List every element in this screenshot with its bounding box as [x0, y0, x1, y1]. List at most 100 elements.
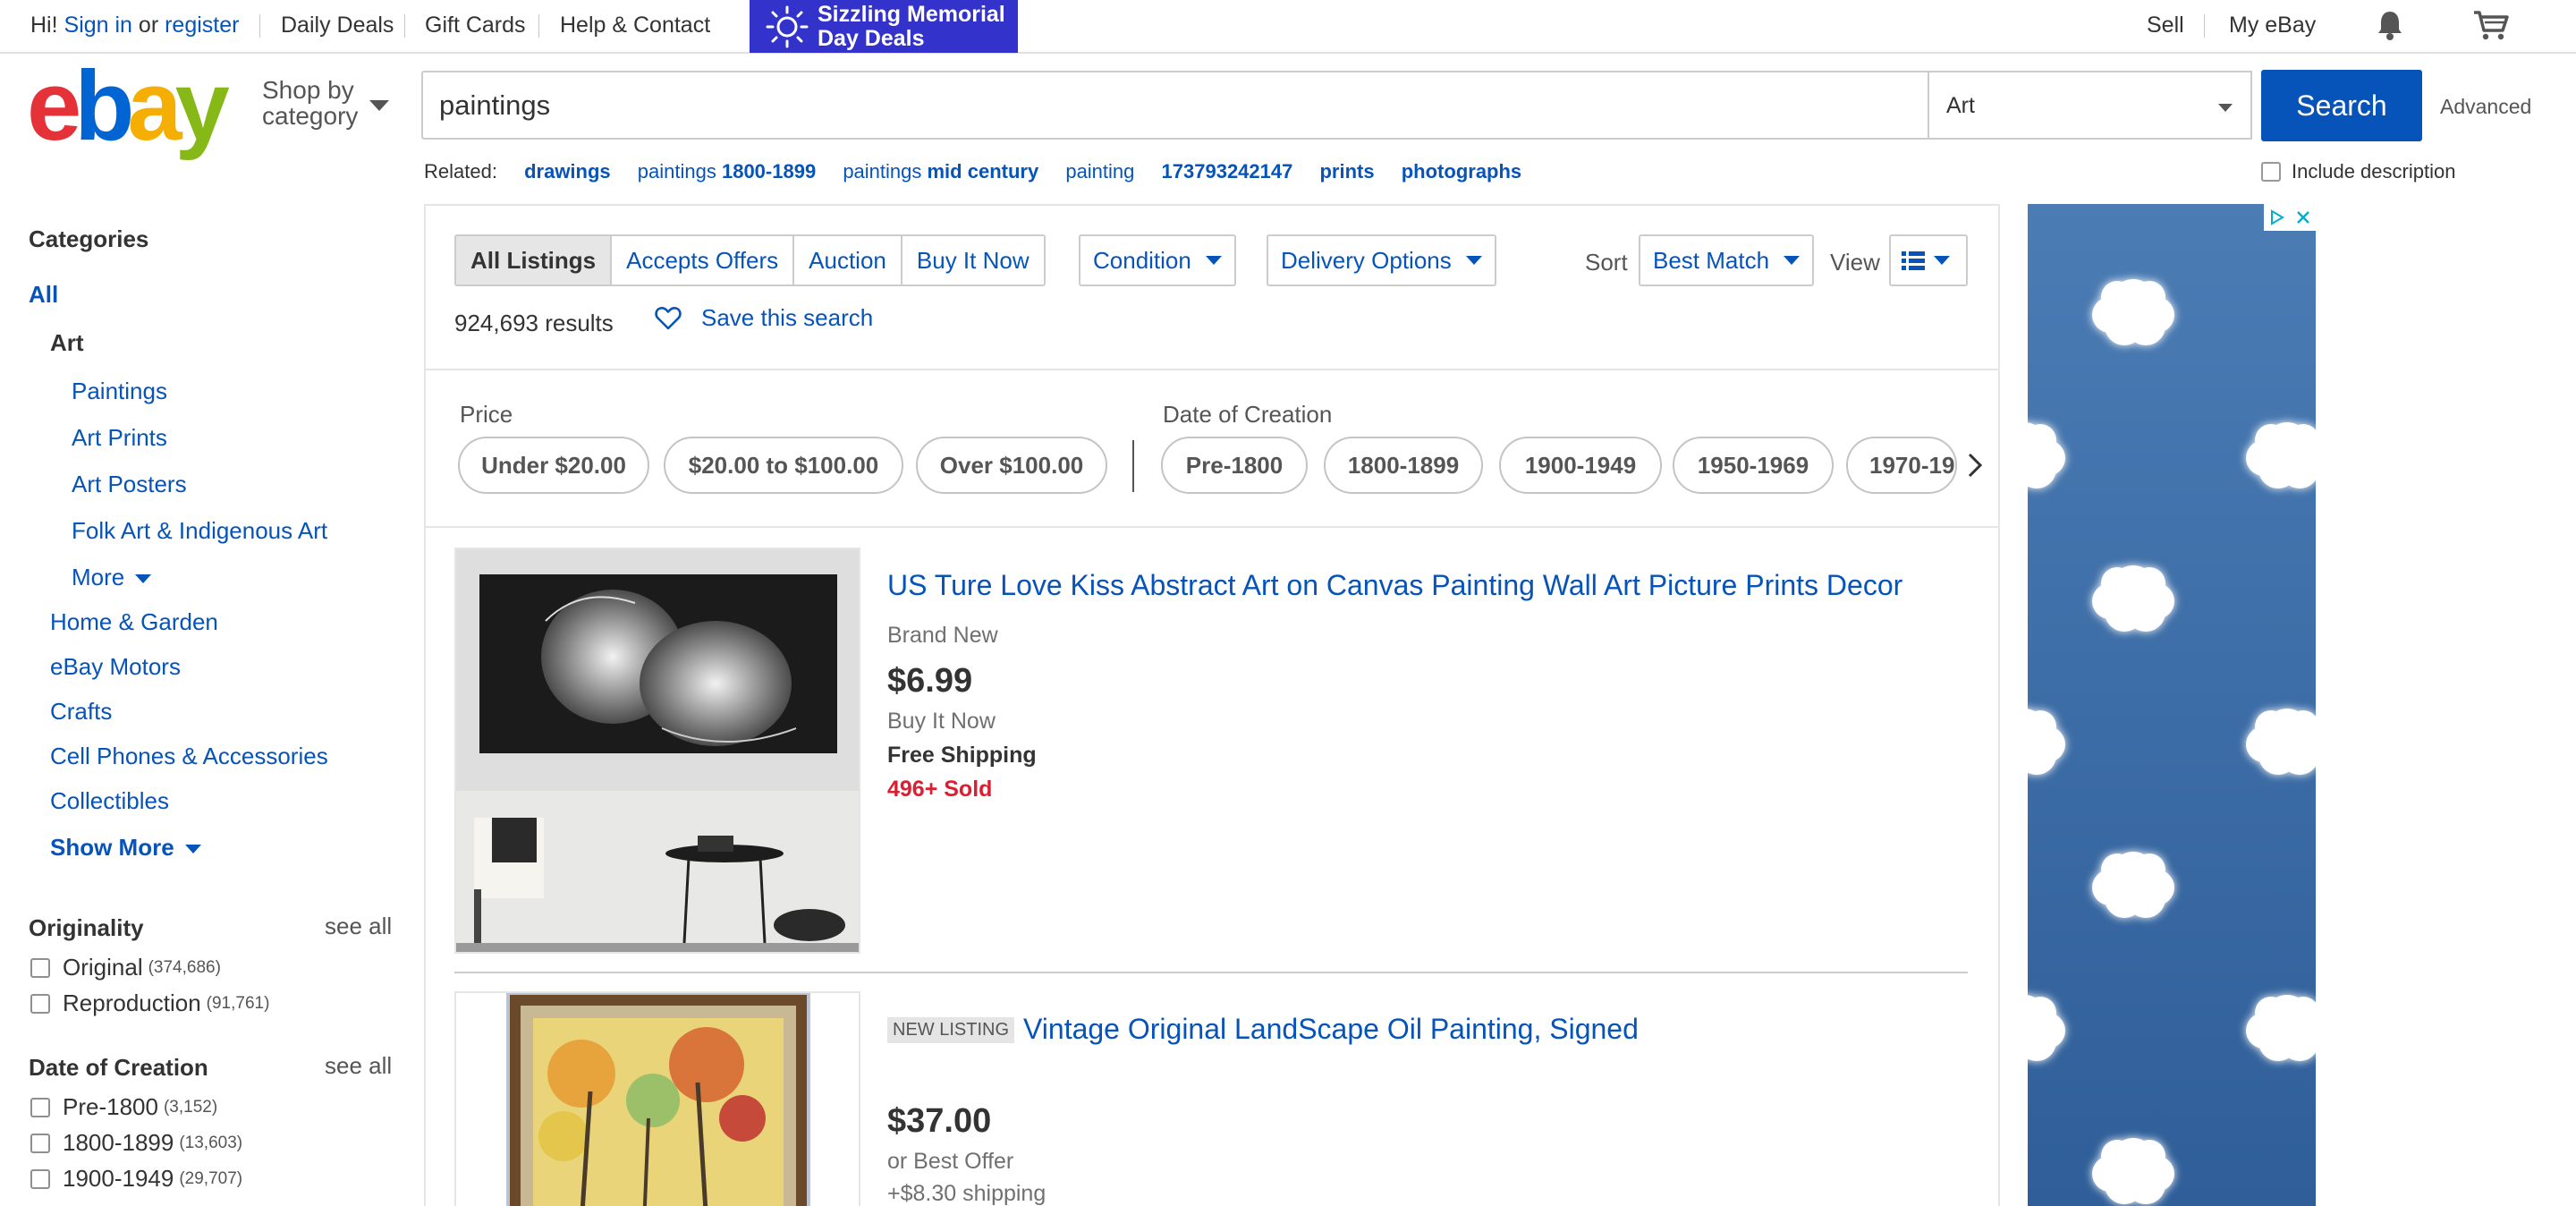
tab-all-listings[interactable]: All Listings — [456, 236, 613, 285]
listing-type-tabs: All Listings Accepts Offers Auction Buy … — [454, 234, 1046, 286]
condition-dropdown[interactable]: Condition — [1079, 234, 1236, 286]
sign-in-link[interactable]: Sign in — [64, 13, 132, 38]
date-pill-1900-1949[interactable]: 1900-1949 — [1499, 437, 1662, 494]
date-pill-1970-1989[interactable]: 1970-1989 — [1846, 437, 1957, 494]
item-condition: Brand New — [887, 623, 998, 648]
related-link[interactable]: prints — [1319, 160, 1374, 183]
date-pill-1800-1899[interactable]: 1800-1899 — [1324, 437, 1483, 494]
category-select[interactable]: Art — [1928, 71, 2252, 140]
heart-icon — [655, 306, 682, 329]
divider — [454, 972, 1968, 973]
item-image[interactable] — [454, 991, 860, 1206]
new-listing-badge: NEW LISTING — [887, 1017, 1015, 1043]
gift-cards-link[interactable]: Gift Cards — [425, 13, 526, 38]
cart-icon[interactable] — [2472, 9, 2510, 41]
category-paintings[interactable]: Paintings — [72, 378, 167, 405]
related-link[interactable]: 173793242147 — [1162, 160, 1293, 183]
category-select-value: Art — [1946, 93, 1975, 118]
register-link[interactable]: register — [165, 13, 239, 38]
filter-1800-1899[interactable]: 1800-1899 (13,603) — [30, 1129, 242, 1157]
related-link[interactable]: painting — [1065, 160, 1134, 183]
greeting-text: Hi! Sign in or register — [30, 13, 240, 38]
sort-dropdown[interactable]: Best Match — [1639, 234, 1815, 286]
show-more-button[interactable]: Show More — [50, 834, 201, 862]
related-link[interactable]: paintings mid century — [843, 160, 1038, 183]
related-label: Related: — [424, 160, 497, 183]
search-box[interactable] — [421, 71, 1929, 140]
checkbox[interactable] — [30, 1097, 50, 1117]
related-link[interactable]: photographs — [1402, 160, 1521, 183]
date-see-all[interactable]: see all — [325, 1052, 392, 1080]
promo-text: Sizzling Memorial Day Deals — [818, 1, 1005, 51]
checkbox[interactable] — [2261, 162, 2281, 182]
help-contact-link[interactable]: Help & Contact — [560, 13, 710, 38]
divider — [1132, 440, 1134, 492]
chevron-down-icon[interactable] — [369, 100, 389, 111]
filter-reproduction[interactable]: Reproduction (91,761) — [30, 989, 269, 1017]
filter-original[interactable]: Original (374,686) — [30, 954, 221, 981]
item-price: $37.00 — [887, 1102, 992, 1140]
date-pill-1950-1969[interactable]: 1950-1969 — [1673, 437, 1834, 494]
tab-auction[interactable]: Auction — [794, 236, 902, 285]
category-all[interactable]: All — [29, 281, 58, 309]
tab-buy-it-now[interactable]: Buy It Now — [902, 236, 1044, 285]
chevron-down-icon — [1784, 256, 1801, 265]
category-collectibles[interactable]: Collectibles — [50, 787, 169, 815]
sidebar: Categories All Art Paintings Art Prints … — [0, 206, 411, 1206]
category-art-prints[interactable]: Art Prints — [72, 424, 167, 452]
view-dropdown[interactable] — [1889, 234, 1968, 286]
search-input[interactable] — [423, 72, 1928, 138]
item-title-link[interactable]: US Ture Love Kiss Abstract Art on Canvas… — [887, 569, 1902, 602]
category-folk-art[interactable]: Folk Art & Indigenous Art — [72, 517, 327, 545]
chevron-down-icon — [1205, 256, 1222, 265]
advertisement[interactable] — [2028, 204, 2316, 1206]
sell-link[interactable]: Sell — [2147, 13, 2184, 38]
sort-label: Sort — [1585, 249, 1628, 276]
price-pill-over-100[interactable]: Over $100.00 — [916, 437, 1107, 494]
filter-pre-1800[interactable]: Pre-1800 (3,152) — [30, 1093, 217, 1121]
include-description-checkbox[interactable]: Include description — [2261, 160, 2455, 183]
category-cell-phones[interactable]: Cell Phones & Accessories — [50, 743, 328, 770]
category-ebay-motors[interactable]: eBay Motors — [50, 653, 181, 681]
item-image[interactable] — [454, 548, 860, 954]
bell-icon[interactable] — [2376, 9, 2404, 41]
checkbox[interactable] — [30, 1133, 50, 1153]
my-ebay-link[interactable]: My eBay — [2229, 13, 2316, 38]
ebay-logo[interactable]: ebay — [27, 57, 230, 156]
divider — [426, 369, 1998, 370]
product-image-kiss-canvas — [456, 549, 859, 952]
delivery-options-dropdown[interactable]: Delivery Options — [1267, 234, 1496, 286]
close-icon[interactable] — [2295, 209, 2311, 225]
shop-by-category-button[interactable]: Shop by category — [262, 77, 358, 129]
save-search-button[interactable]: Save this search — [655, 304, 873, 332]
item-shipping: Free Shipping — [887, 743, 1037, 768]
checkbox[interactable] — [30, 993, 50, 1014]
chevron-down-icon — [135, 574, 152, 584]
checkbox[interactable] — [30, 1168, 50, 1189]
category-home-garden[interactable]: Home & Garden — [50, 608, 218, 636]
item-format: Buy It Now — [887, 709, 996, 734]
related-link[interactable]: drawings — [524, 160, 611, 183]
promo-banner[interactable]: Sizzling Memorial Day Deals — [750, 0, 1018, 53]
tab-accepts-offers[interactable]: Accepts Offers — [612, 236, 795, 285]
date-pill-pre-1800[interactable]: Pre-1800 — [1161, 437, 1308, 494]
divider — [538, 14, 539, 38]
daily-deals-link[interactable]: Daily Deals — [281, 13, 394, 38]
advanced-search-link[interactable]: Advanced — [2440, 95, 2531, 119]
checkbox[interactable] — [30, 957, 50, 978]
item-title-link[interactable]: NEW LISTING Vintage Original LandScape Oi… — [887, 1013, 1639, 1046]
next-filters-button[interactable] — [1957, 438, 1993, 492]
filter-1900-1949[interactable]: 1900-1949 (29,707) — [30, 1165, 242, 1193]
category-art-posters[interactable]: Art Posters — [72, 471, 187, 498]
category-crafts[interactable]: Crafts — [50, 698, 112, 726]
search-button[interactable]: Search — [2261, 70, 2422, 141]
price-pill-20-100[interactable]: $20.00 to $100.00 — [664, 437, 903, 494]
originality-see-all[interactable]: see all — [325, 913, 392, 940]
price-pill-under-20[interactable]: Under $20.00 — [458, 437, 649, 494]
chevron-down-icon — [184, 845, 201, 854]
related-link[interactable]: paintings 1800-1899 — [638, 160, 816, 183]
ad-choices-badge[interactable] — [2264, 204, 2316, 231]
divider — [259, 14, 260, 38]
category-art[interactable]: Art — [50, 329, 84, 357]
more-categories-button[interactable]: More — [72, 564, 152, 591]
